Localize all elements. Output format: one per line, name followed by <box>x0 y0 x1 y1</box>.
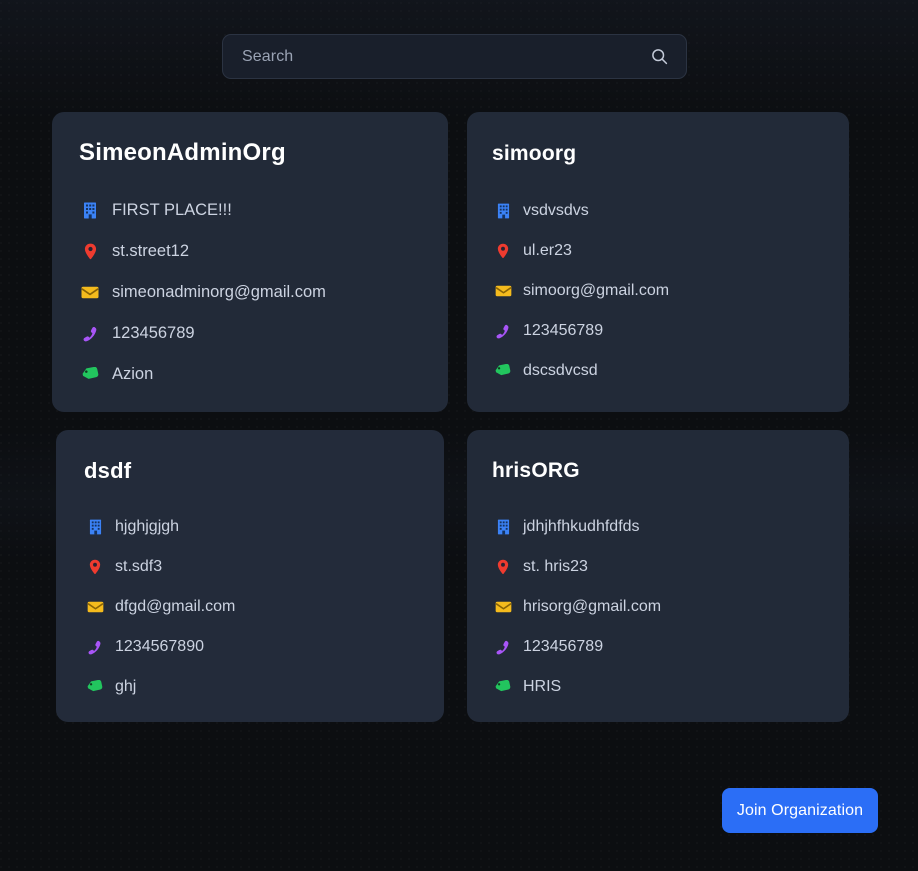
detail-text: HRIS <box>523 678 562 695</box>
detail-text: 1234567890 <box>115 638 204 655</box>
location-pin-icon <box>492 559 514 575</box>
detail-row-tag: HRIS <box>492 667 849 707</box>
organization-name: simoorg <box>492 142 577 165</box>
detail-text: st.sdf3 <box>115 558 163 575</box>
detail-row-tag: dscsdvcsd <box>492 351 849 391</box>
office-building-icon <box>492 519 514 535</box>
detail-text: ul.er23 <box>523 242 572 259</box>
organization-card[interactable]: dsdf hjghjgjgh st.sdf3 dfgd@gmail.com 12… <box>56 430 444 722</box>
detail-row-tag: Azion <box>79 354 448 395</box>
join-organization-button[interactable]: Join Organization <box>722 788 878 833</box>
tag-icon <box>492 680 514 694</box>
detail-text: simeonadminorg@gmail.com <box>112 283 326 301</box>
detail-text: ghj <box>115 678 137 695</box>
location-pin-icon <box>79 243 101 260</box>
detail-row-email: dfgd@gmail.com <box>84 587 444 627</box>
phone-icon <box>492 324 514 339</box>
tag-icon <box>492 364 514 378</box>
organization-details: hjghjgjgh st.sdf3 dfgd@gmail.com 1234567… <box>84 507 444 707</box>
phone-icon <box>492 640 514 655</box>
organization-name: SimeonAdminOrg <box>79 139 286 166</box>
detail-text: 123456789 <box>523 322 604 339</box>
detail-row-street: st. hris23 <box>492 547 849 587</box>
detail-text: st.street12 <box>112 242 190 260</box>
detail-text: hjghjgjgh <box>115 518 180 535</box>
detail-row-phone: 123456789 <box>492 627 849 667</box>
phone-icon <box>79 326 101 342</box>
detail-row-address-name: jdhjhfhkudhfdfds <box>492 507 849 547</box>
detail-text: st. hris23 <box>523 558 588 575</box>
detail-row-email: hrisorg@gmail.com <box>492 587 849 627</box>
detail-text: 123456789 <box>112 324 195 342</box>
phone-icon <box>84 640 106 655</box>
detail-text: dfgd@gmail.com <box>115 598 236 615</box>
detail-row-street: ul.er23 <box>492 231 849 271</box>
detail-row-address-name: FIRST PLACE!!! <box>79 190 448 231</box>
detail-text: Azion <box>112 365 154 383</box>
office-building-icon <box>492 203 514 219</box>
search-bar <box>222 34 687 79</box>
tag-icon <box>84 680 106 694</box>
location-pin-icon <box>492 243 514 259</box>
detail-row-street: st.sdf3 <box>84 547 444 587</box>
organization-card[interactable]: simoorg vsdvsdvs ul.er23 simoorg@gmail.c… <box>467 112 849 412</box>
detail-text: hrisorg@gmail.com <box>523 598 662 615</box>
search-box[interactable] <box>222 34 687 79</box>
organizations-page: SimeonAdminOrg <box>0 0 918 871</box>
detail-text: FIRST PLACE!!! <box>112 201 232 219</box>
organization-name: dsdf <box>84 458 132 483</box>
detail-text: dscsdvcsd <box>523 362 598 379</box>
detail-row-email: simeonadminorg@gmail.com <box>79 272 448 313</box>
detail-text: simoorg@gmail.com <box>523 282 670 299</box>
envelope-icon <box>84 601 106 613</box>
office-building-icon <box>84 519 106 535</box>
office-building-icon <box>79 202 101 219</box>
search-button[interactable] <box>646 44 672 70</box>
detail-text: vsdvsdvs <box>523 202 589 219</box>
envelope-icon <box>492 285 514 297</box>
search-input[interactable] <box>242 47 646 66</box>
organization-card[interactable]: SimeonAdminOrg FIRST PLACE!!! st.street1… <box>52 112 448 412</box>
detail-row-tag: ghj <box>84 667 444 707</box>
detail-row-phone: 123456789 <box>79 313 448 354</box>
detail-row-phone: 123456789 <box>492 311 849 351</box>
detail-text: 123456789 <box>523 638 604 655</box>
search-icon <box>651 48 668 65</box>
detail-row-address-name: vsdvsdvs <box>492 191 849 231</box>
envelope-icon <box>79 286 101 299</box>
detail-row-address-name: hjghjgjgh <box>84 507 444 547</box>
organization-details: vsdvsdvs ul.er23 simoorg@gmail.com 12345… <box>492 191 849 391</box>
detail-text: jdhjhfhkudhfdfds <box>523 518 640 535</box>
detail-row-phone: 1234567890 <box>84 627 444 667</box>
organization-details: jdhjhfhkudhfdfds st. hris23 hrisorg@gmai… <box>492 507 849 707</box>
organization-name: hrisORG <box>492 459 580 482</box>
detail-row-street: st.street12 <box>79 231 448 272</box>
detail-row-email: simoorg@gmail.com <box>492 271 849 311</box>
location-pin-icon <box>84 559 106 575</box>
tag-icon <box>79 367 101 382</box>
envelope-icon <box>492 601 514 613</box>
organization-details: FIRST PLACE!!! st.street12 simeonadminor… <box>79 190 448 395</box>
organization-card[interactable]: hrisORG jdhjhfhkudhfdfds st. hris23 hris… <box>467 430 849 722</box>
